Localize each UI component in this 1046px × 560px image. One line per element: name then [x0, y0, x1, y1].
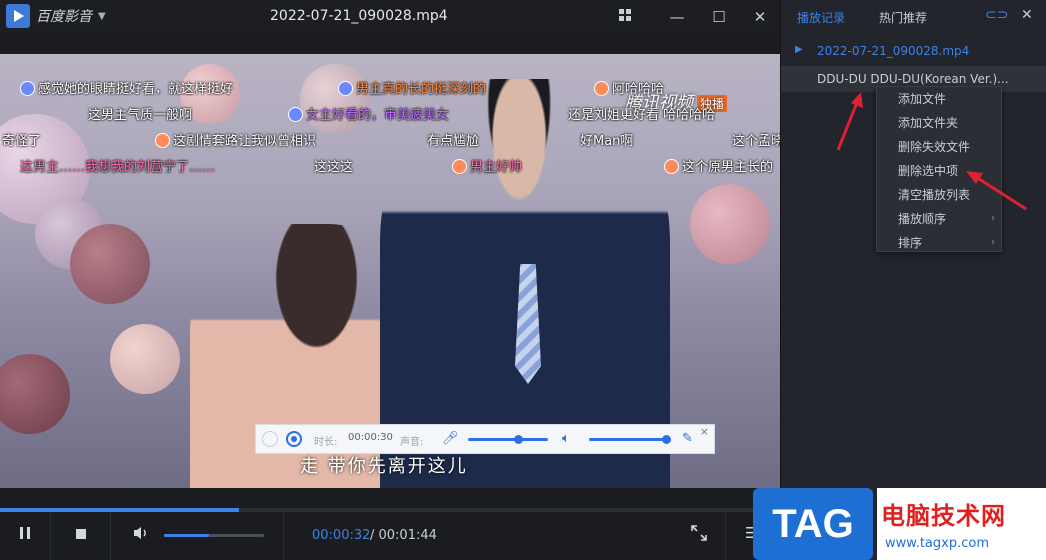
menu-item-remove-invalid[interactable]: 删除失效文件	[877, 135, 1001, 159]
danmaku-item: 有点尴尬	[427, 134, 480, 149]
duration-value: 00:00:30	[348, 432, 393, 443]
tab-history[interactable]: 播放记录	[797, 9, 845, 26]
danmaku-item: 还是刘姐更好看 哈哈哈哈	[568, 108, 716, 123]
grid-icon[interactable]	[613, 6, 637, 28]
annotation-arrow-icon	[966, 171, 1027, 211]
menu-item-sort[interactable]: 排序 ›	[877, 231, 1001, 255]
duration-label: 时长:	[314, 437, 338, 448]
control-bar: 00:00:32 / 00:01:44 ☰	[0, 512, 780, 560]
danmaku-item: 好Man啊	[580, 134, 634, 149]
pencil-icon[interactable]: ✎	[682, 431, 693, 446]
site-watermark-text: 电脑技术网 www.tagxp.com	[877, 488, 1046, 560]
divider	[725, 512, 726, 560]
divider	[283, 512, 284, 560]
volume-slider-fill	[164, 534, 209, 537]
volume-icon[interactable]	[132, 525, 150, 545]
menu-item-add-file[interactable]: 添加文件	[877, 87, 1001, 111]
close-icon[interactable]: ×	[700, 425, 709, 438]
mic-volume-knob[interactable]	[514, 435, 523, 444]
tag-logo: TAG	[753, 488, 873, 560]
title-bar: 百度影音 ▼ 2022-07-21_090028.mp4 — ☐ ✕	[0, 0, 780, 34]
minimize-icon[interactable]: —	[665, 6, 689, 28]
maximize-icon[interactable]: ☐	[707, 6, 731, 28]
avatar-icon	[664, 159, 679, 174]
divider	[50, 512, 51, 560]
fullscreen-icon[interactable]	[690, 524, 708, 546]
chevron-down-icon: ▼	[98, 10, 106, 22]
app-menu-button[interactable]: 百度影音 ▼	[6, 4, 106, 28]
screen-record-bar: 时长: 00:00:30 声音: 🎤︎ 🔈︎ ✎ ×	[255, 424, 715, 454]
close-icon[interactable]: ✕	[748, 6, 772, 28]
balloon-shape	[300, 64, 370, 134]
total-time: / 00:01:44	[370, 528, 437, 543]
app-name: 百度影音	[36, 9, 92, 25]
balloon-shape	[110, 324, 180, 394]
mic-volume-slider[interactable]	[468, 438, 548, 441]
stop-icon[interactable]	[75, 526, 87, 544]
playing-icon: ▶	[795, 44, 803, 55]
chevron-right-icon: ›	[991, 237, 995, 248]
danmaku-item: 感觉她的眼睛挺好看，就这样挺好	[20, 78, 233, 97]
danmaku-item: 奇怪了	[2, 134, 42, 149]
danmaku-item: 这男主……我想我的刘营宁了……	[20, 160, 216, 175]
microphone-icon[interactable]: 🎤︎	[442, 431, 459, 446]
danmaku-item: 这这这	[314, 160, 354, 175]
danmaku-item: 阿哈哈哈	[594, 78, 664, 97]
video-subtitle: 走 带你先离开这儿	[300, 456, 468, 477]
playlist-item[interactable]: ▶ 2022-07-21_090028.mp4	[781, 38, 1046, 64]
record-start-icon[interactable]	[262, 431, 278, 447]
playlist-item-title: 2022-07-21_090028.mp4	[817, 44, 970, 58]
danmaku-item: 这个原男主长的	[664, 156, 773, 175]
site-watermark: TAG 电脑技术网 www.tagxp.com	[753, 488, 1046, 560]
system-volume-knob[interactable]	[662, 435, 671, 444]
playlist-item-title: DDU-DU DDU-DU(Korean Ver.)...	[817, 72, 1009, 86]
close-icon[interactable]: ✕	[1021, 7, 1033, 23]
player-window: 百度影音 ▼ 2022-07-21_090028.mp4 — ☐ ✕ 腾讯视频独…	[0, 0, 1046, 560]
playlist-sidebar: 播放记录 热门推荐 ⊂⊃ ✕ ▶ 2022-07-21_090028.mp4 D…	[780, 0, 1046, 560]
record-stop-icon[interactable]	[286, 431, 302, 447]
file-title: 2022-07-21_090028.mp4	[270, 8, 448, 24]
avatar-icon	[594, 81, 609, 96]
balloon-shape	[70, 224, 150, 304]
loop-icon[interactable]: ⊂⊃	[985, 7, 1008, 23]
tab-hot[interactable]: 热门推荐	[879, 9, 927, 26]
avatar-icon	[338, 81, 353, 96]
avatar-icon	[20, 81, 35, 96]
danmaku-item: 男主真的长的挺深刻的	[338, 78, 486, 97]
speaker-icon[interactable]: 🔈︎	[562, 431, 570, 446]
danmaku-item: 这剧情套路让我似曾相识	[155, 130, 316, 149]
avatar-icon	[288, 107, 303, 122]
sidebar-tabs: 播放记录 热门推荐 ⊂⊃ ✕	[781, 0, 1046, 34]
pause-icon[interactable]	[18, 525, 32, 545]
annotation-arrow-icon	[836, 92, 863, 151]
avatar-icon	[452, 159, 467, 174]
app-logo-icon	[6, 4, 30, 28]
menu-item-add-folder[interactable]: 添加文件夹	[877, 111, 1001, 135]
divider	[110, 512, 111, 560]
current-time: 00:00:32	[312, 528, 371, 543]
balloon-shape	[690, 184, 770, 264]
sound-label: 声音:	[400, 437, 424, 448]
video-frame[interactable]: 腾讯视频 独播 感觉她的眼睛挺好看，就这样挺好 男主真的长的挺深刻的 阿哈哈哈 这…	[0, 54, 780, 488]
danmaku-item: 这男主气质一般啊	[88, 108, 193, 123]
system-volume-slider[interactable]	[589, 438, 669, 441]
danmaku-item: 这个孟晓	[732, 134, 780, 149]
danmaku-item: 男主好帅	[452, 156, 522, 175]
avatar-icon	[155, 133, 170, 148]
volume-slider[interactable]	[164, 534, 264, 537]
balloon-shape	[0, 354, 70, 434]
danmaku-item: 女主好看的，审美疲美女	[288, 104, 449, 123]
